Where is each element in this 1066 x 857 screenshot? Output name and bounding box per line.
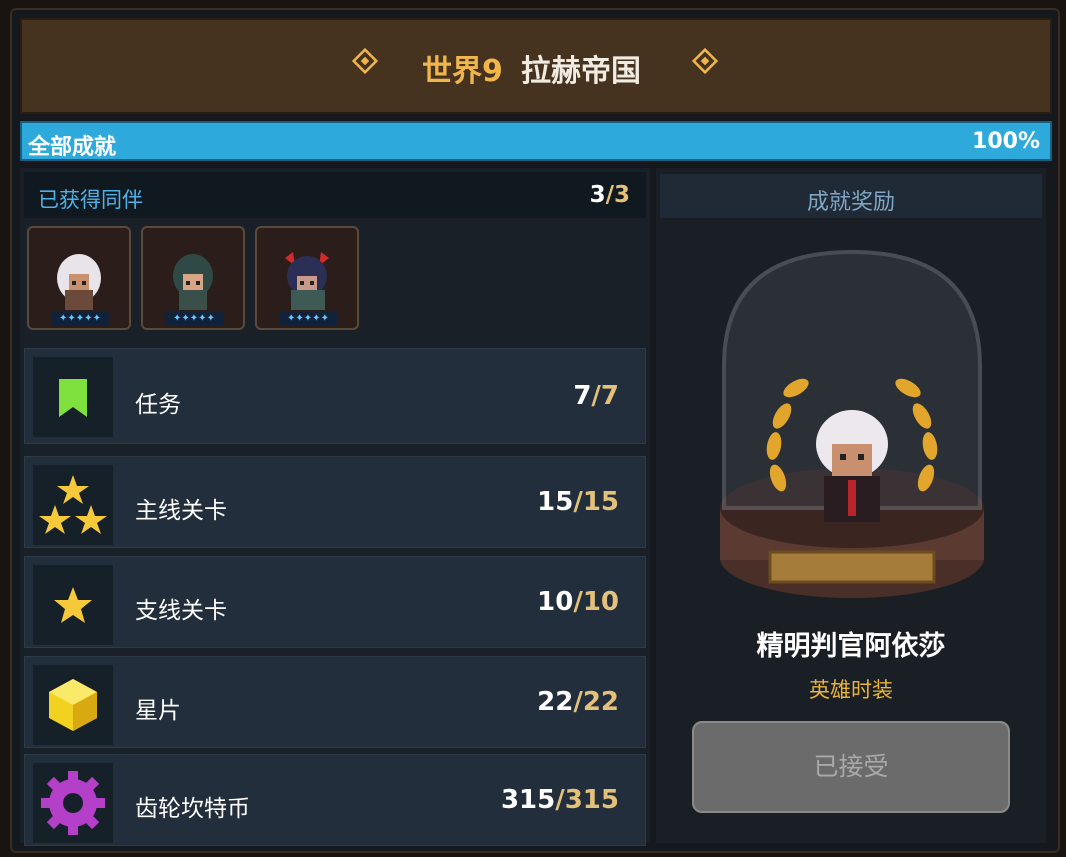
achievement-progress: 315/315	[500, 785, 619, 815]
hero-rank-stars: ✦✦✦✦✦	[51, 312, 109, 326]
reward-costume-name: 精明判官阿依莎	[756, 631, 946, 662]
hero-rank-stars: ✦✦✦✦✦	[279, 312, 337, 326]
progress-label: 全部成就	[28, 135, 117, 160]
hero-card-2[interactable]: ✦✦✦✦✦	[141, 226, 245, 330]
achievement-label: 齿轮坎特币	[135, 796, 250, 822]
row-icon-box	[33, 357, 113, 437]
achievement-row-main-stages[interactable]: 主线关卡 15/15	[24, 456, 646, 548]
diamond-ornament-right-icon	[692, 48, 718, 74]
costume-display-dome-icon	[720, 249, 984, 598]
achievement-row-star-pieces[interactable]: 星片 22/22	[24, 656, 646, 748]
world-number: 世界9	[422, 54, 503, 89]
gear-coin-icon	[41, 771, 105, 835]
row-icon-box	[33, 665, 113, 745]
achievement-progress: 22/22	[537, 687, 619, 717]
reward-title: 成就奖励	[806, 190, 895, 215]
progress-percent: 100%	[972, 129, 1040, 154]
star-piece-cube-icon	[49, 679, 97, 731]
achievement-label: 星片	[135, 698, 181, 724]
three-stars-icon	[39, 475, 107, 534]
row-icon-box	[33, 465, 113, 545]
total-achievement-progress-bar: 全部成就 100%	[20, 121, 1052, 161]
achievement-label: 任务	[135, 392, 181, 418]
achievement-progress: 10/10	[537, 587, 619, 617]
achievement-row-quests[interactable]: 任务 7/7	[24, 348, 646, 444]
star-icon	[54, 587, 92, 623]
row-icon-box	[33, 565, 113, 645]
achievement-label: 支线关卡	[135, 598, 227, 624]
achievement-label: 主线关卡	[135, 498, 227, 524]
achievement-progress: 15/15	[537, 487, 619, 517]
reward-type-label: 英雄时装	[809, 678, 893, 702]
bookmark-icon	[59, 379, 87, 417]
accepted-button[interactable]: 已接受	[692, 721, 1010, 813]
achievement-row-gear-coins[interactable]: 齿轮坎特币 315/315	[24, 754, 646, 846]
world-region-name: 拉赫帝国	[521, 54, 641, 89]
progress-fill	[22, 123, 1050, 159]
row-icon-box	[33, 763, 113, 843]
companions-title: 已获得同伴	[38, 188, 143, 212]
achievement-progress: 7/7	[573, 381, 619, 411]
achievement-row-side-stages[interactable]: 支线关卡 10/10	[24, 556, 646, 648]
hero-rank-stars: ✦✦✦✦✦	[165, 312, 223, 326]
diamond-ornament-left-icon	[352, 48, 378, 74]
hero-card-3[interactable]: ✦✦✦✦✦	[255, 226, 359, 330]
companions-count: 3/3	[589, 182, 630, 208]
hero-card-1[interactable]: ✦✦✦✦✦	[27, 226, 131, 330]
